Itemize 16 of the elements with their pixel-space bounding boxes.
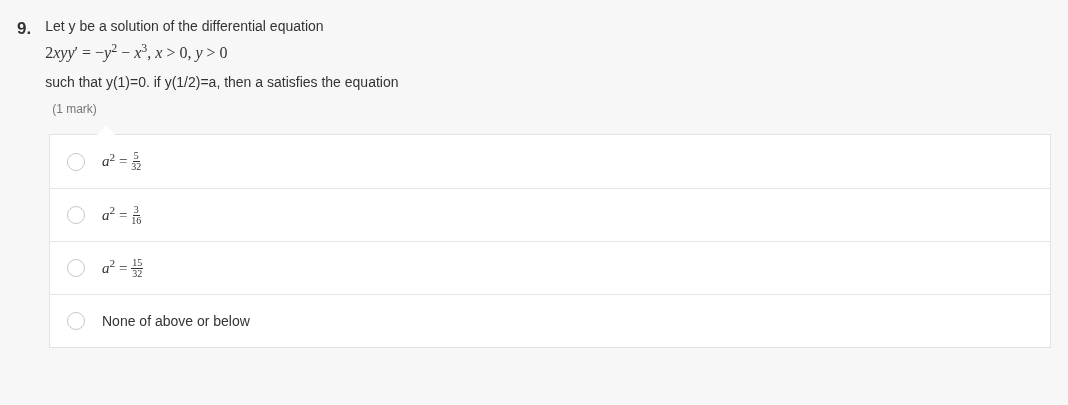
radio-button[interactable]	[67, 259, 85, 277]
question-text: Let y be a solution of the differential equation	[45, 17, 325, 36]
option-label: None of above or below	[102, 311, 250, 331]
question-text: such that y(1)=0. if y(1/2)=a, then a satisfies the equation	[45, 73, 399, 92]
marks-label: (1 mark)	[52, 101, 98, 117]
fraction: 15 32	[131, 257, 144, 279]
fraction: 5 32	[131, 151, 142, 172]
radio-button[interactable]	[67, 206, 85, 224]
radio-button[interactable]	[67, 152, 85, 171]
equation: 2xyy′ = −y$^{2}$ − x$^{3}$, x > 0, y > 0	[45, 43, 229, 63]
question-number: 9.	[17, 18, 32, 40]
radio-button[interactable]	[67, 312, 85, 330]
fraction: 3 16	[131, 204, 142, 226]
option-equation: a$^{2}$ =	[102, 150, 128, 172]
option-equation: a$^{2}$ =	[102, 203, 128, 225]
option-equation: a$^{2}$ =	[102, 256, 128, 278]
